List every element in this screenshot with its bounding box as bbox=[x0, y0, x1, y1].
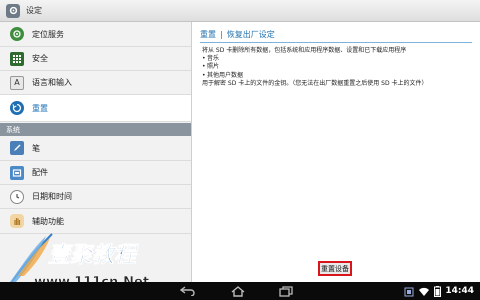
sidebar-item-accessibility[interactable]: 辅助功能 bbox=[0, 209, 191, 234]
list-item: 音乐 bbox=[202, 55, 474, 63]
note-text: 用于解密 SD 卡上的文件的金钥。（您无法在出厂数据重置之后使用 SD 卡上的文… bbox=[202, 79, 428, 87]
hand-icon bbox=[10, 214, 24, 228]
security-grid-icon bbox=[10, 51, 24, 66]
content-panel: 重置 | 恢复出厂设定 将从 SD 卡删除所有数据，包括系统和应用程序数据、设置… bbox=[192, 22, 480, 282]
sidebar-item-pen[interactable]: 笔 bbox=[0, 136, 191, 161]
sidebar-item-label: 日期和时间 bbox=[32, 192, 72, 201]
sidebar-item-security[interactable]: 安全 bbox=[0, 47, 191, 71]
description-text: 将从 SD 卡删除所有数据，包括系统和应用程序数据、设置和已下载应用程序 bbox=[202, 47, 407, 54]
section-header-system: 系统 bbox=[0, 123, 191, 136]
breadcrumb: 重置 | 恢复出厂设定 bbox=[200, 29, 275, 40]
breadcrumb-divider bbox=[200, 42, 472, 43]
breadcrumb-separator-icon: | bbox=[220, 30, 223, 39]
pen-icon bbox=[10, 141, 24, 155]
sidebar-item-language[interactable]: A 语言和输入 bbox=[0, 71, 191, 95]
sidebar-item-label: 配件 bbox=[32, 168, 48, 177]
list-item: 照片 bbox=[202, 63, 474, 71]
sidebar-item-accessory[interactable]: 配件 bbox=[0, 161, 191, 185]
wifi-icon bbox=[418, 282, 430, 300]
system-nav-bar: 14:44 bbox=[0, 282, 480, 300]
sidebar-item-label: 安全 bbox=[32, 54, 48, 63]
list-item: 其他用户数据 bbox=[202, 72, 474, 80]
sidebar-item-label: 定位服务 bbox=[32, 29, 64, 39]
home-icon[interactable] bbox=[228, 285, 248, 297]
sidebar-item-label: 辅助功能 bbox=[32, 216, 64, 226]
screenshot-icon bbox=[404, 282, 414, 300]
title-bar: 设定 bbox=[0, 0, 480, 22]
reset-icon bbox=[10, 101, 24, 115]
sidebar-item-label: 重置 bbox=[32, 103, 48, 113]
settings-app-icon bbox=[6, 3, 20, 18]
clock-icon bbox=[10, 189, 24, 204]
language-icon: A bbox=[10, 75, 24, 90]
reset-description: 将从 SD 卡删除所有数据，包括系统和应用程序数据、设置和已下载应用程序 音乐 … bbox=[202, 47, 474, 88]
back-icon[interactable] bbox=[178, 285, 198, 297]
sidebar-item-reset[interactable]: 重置 bbox=[0, 95, 192, 122]
breadcrumb-current: 恢复出厂设定 bbox=[226, 30, 275, 39]
recent-apps-icon[interactable] bbox=[276, 285, 296, 297]
breadcrumb-parent[interactable]: 重置 bbox=[200, 29, 216, 40]
settings-sidebar: 定位服务 安全 A 语言和输入 重置 系统 笔 配件 日期和时间 辅助功能 bbox=[0, 22, 192, 282]
clock-time: 14:44 bbox=[445, 286, 474, 296]
window-title: 设定 bbox=[26, 6, 42, 15]
section-header-label: 系统 bbox=[6, 125, 20, 134]
sidebar-item-label: 笔 bbox=[32, 143, 40, 153]
battery-icon bbox=[434, 282, 442, 300]
sidebar-item-location[interactable]: 定位服务 bbox=[0, 22, 191, 47]
accessory-icon bbox=[10, 165, 24, 180]
location-icon bbox=[10, 27, 24, 41]
reset-device-button[interactable]: 重置设备 bbox=[318, 261, 352, 276]
sidebar-item-label: 语言和输入 bbox=[32, 78, 72, 87]
sidebar-item-date-time[interactable]: 日期和时间 bbox=[0, 185, 191, 209]
status-area[interactable]: 14:44 bbox=[404, 284, 474, 298]
